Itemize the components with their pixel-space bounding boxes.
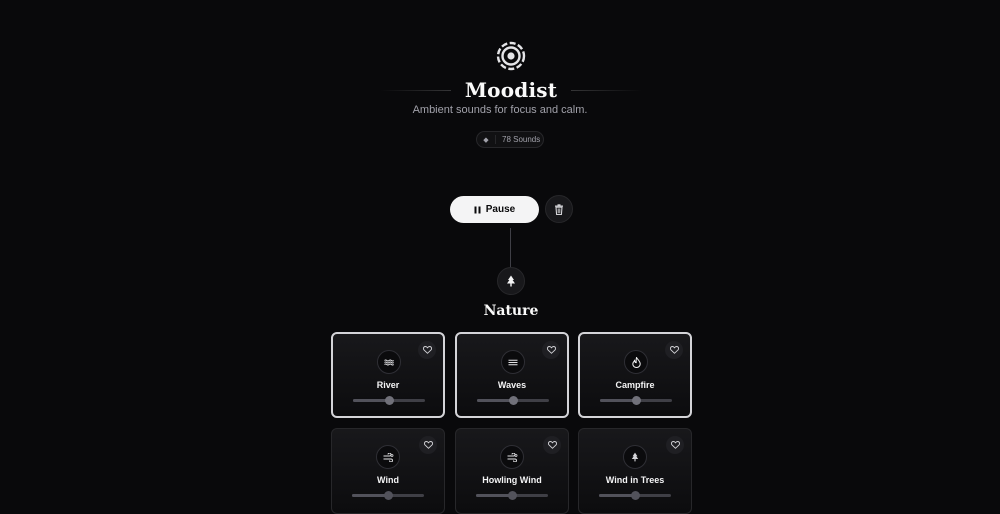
sound-name: River [376,380,400,390]
sound-name: Wind in Trees [605,475,665,485]
volume-slider-thumb[interactable] [631,491,640,500]
volume-slider[interactable] [353,396,425,405]
sounds-count-badge: ◆ 78 Sounds [476,131,544,148]
trash-icon [554,203,564,215]
badge-divider [495,135,496,144]
heart-icon [547,441,557,449]
category-title: Nature [483,303,539,319]
divider [380,89,451,91]
favorite-button[interactable] [419,436,437,454]
favorite-button[interactable] [665,341,683,359]
sound-name: Campfire [615,380,655,390]
sound-card-campfire[interactable]: Campfire [578,332,692,418]
sounds-count-label: 78 Sounds [502,135,541,144]
favorite-button[interactable] [543,436,561,454]
sound-name: Waves [497,380,527,390]
volume-fill [600,399,636,402]
sound-card-waves[interactable]: Waves [455,332,569,418]
page-header: Moodist [380,76,642,104]
delete-button[interactable] [545,195,573,223]
sound-name: Wind [377,475,399,485]
volume-fill [599,494,635,497]
waves-icon [501,350,525,374]
volume-slider[interactable] [476,491,548,500]
wind-icon [376,445,400,469]
sound-card-wind-in-trees[interactable]: Wind in Trees [578,428,692,514]
fire-icon [624,350,648,374]
connector-line [510,228,511,268]
favorite-button[interactable] [542,341,560,359]
volume-slider[interactable] [352,491,424,500]
pause-label: Pause [485,204,516,215]
volume-slider-thumb[interactable] [384,491,393,500]
tree-icon [623,445,647,469]
favorite-button[interactable] [666,436,684,454]
app-subtitle: Ambient sounds for focus and calm. [412,104,588,116]
volume-fill [476,494,512,497]
favorite-button[interactable] [418,341,436,359]
volume-slider-thumb[interactable] [385,396,394,405]
sound-card-wind[interactable]: Wind [331,428,445,514]
app-title: Moodist [464,78,558,102]
volume-slider[interactable] [477,396,549,405]
heart-icon [546,346,556,354]
water-icon [377,350,401,374]
category-icon [497,267,525,295]
volume-fill [352,494,388,497]
volume-slider-thumb[interactable] [632,396,641,405]
volume-fill [477,399,513,402]
volume-slider-thumb[interactable] [509,396,518,405]
volume-slider-thumb[interactable] [508,491,517,500]
sound-name: Howling Wind [482,475,542,485]
heart-icon [670,441,680,449]
pause-button[interactable]: Pause [450,196,539,223]
heart-icon [422,346,432,354]
sound-wave-icon: ◆ [483,136,489,144]
moodist-logo-icon [496,41,526,71]
sound-card-river[interactable]: River [331,332,445,418]
volume-slider[interactable] [599,491,671,500]
sound-card-howling-wind[interactable]: Howling Wind [455,428,569,514]
volume-slider[interactable] [600,396,672,405]
wind-icon [500,445,524,469]
volume-fill [353,399,389,402]
heart-icon [669,346,679,354]
tree-icon [506,275,516,287]
divider [571,89,642,91]
heart-icon [423,441,433,449]
pause-icon [474,206,481,214]
